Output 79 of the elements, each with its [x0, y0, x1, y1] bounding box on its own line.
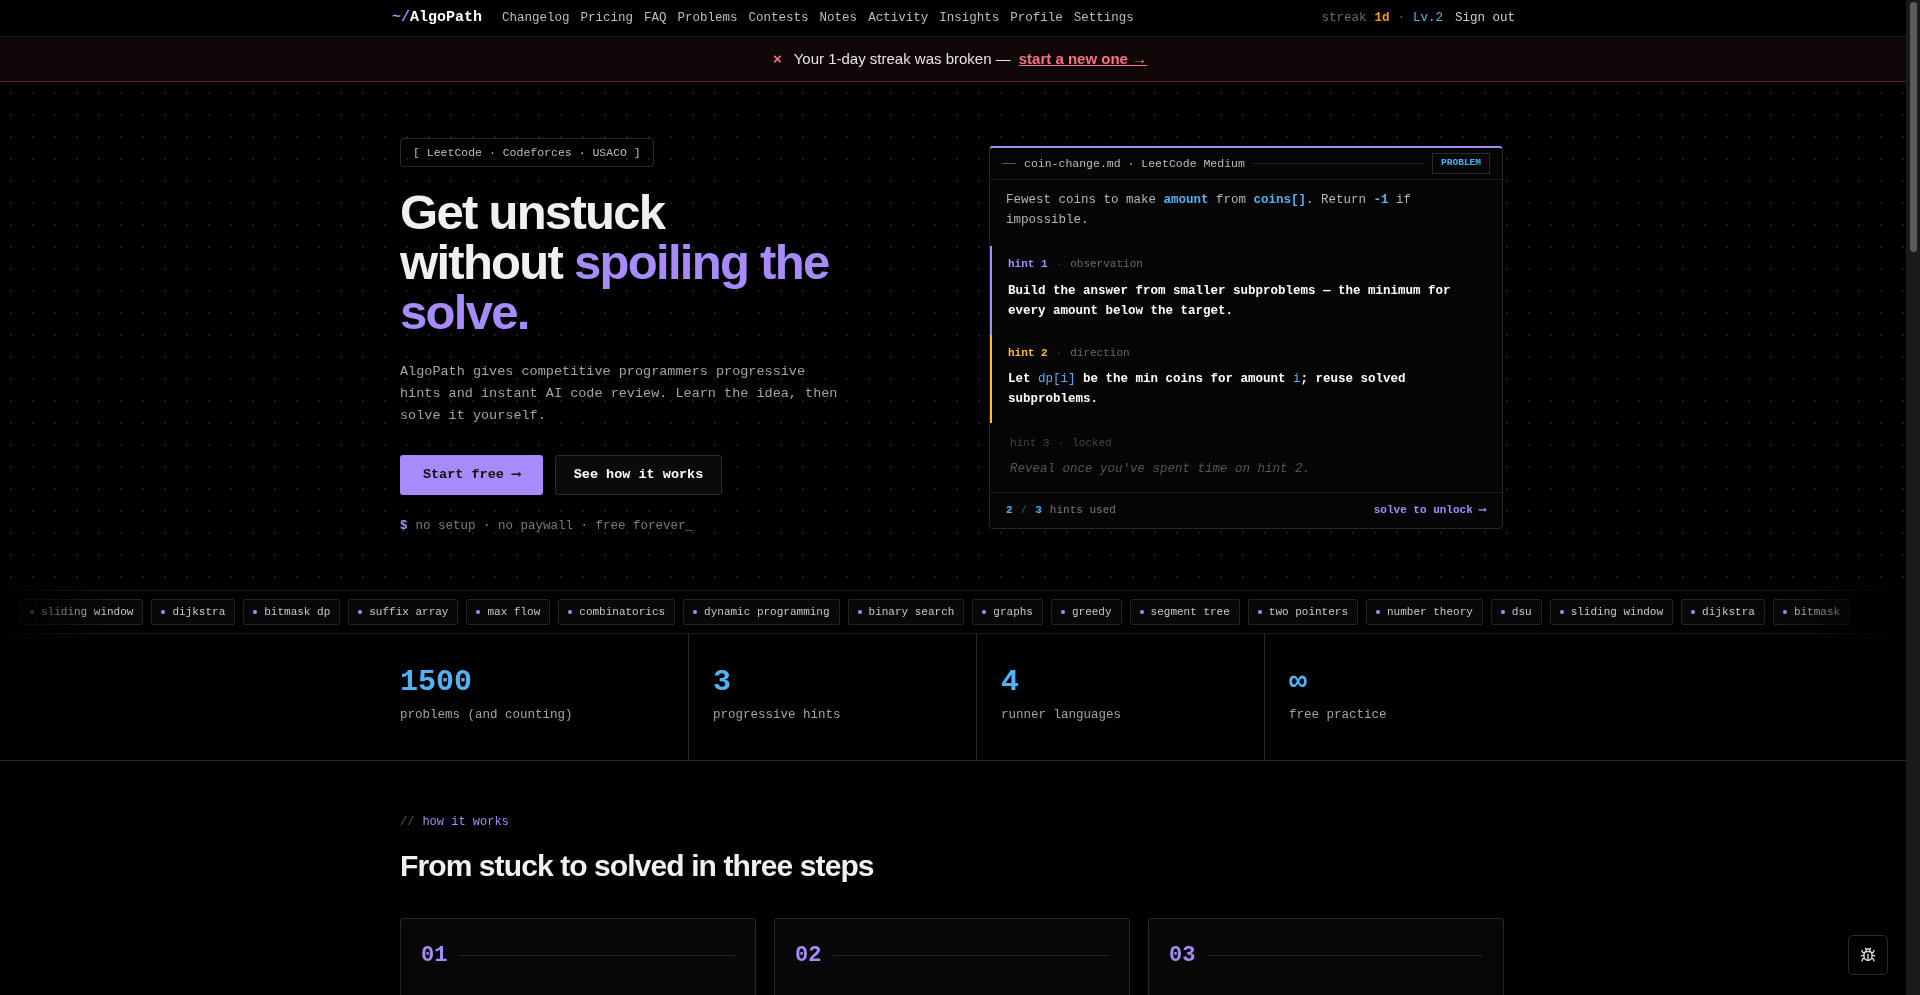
hint-tag: direction: [1070, 344, 1130, 361]
step-number: 03: [1169, 942, 1196, 970]
topic-chip[interactable]: binary search: [847, 599, 965, 625]
hint-text: Build the answer from smaller subproblems — the minimum for every amount below the target.: [1008, 282, 1452, 320]
streak-label: streak: [1321, 9, 1367, 27]
bug-icon: [1860, 947, 1876, 963]
topic-chip[interactable]: two pointers: [1247, 599, 1358, 625]
banner-message: Your 1-day streak was broken —: [793, 48, 1011, 69]
topic-chip[interactable]: combinatorics: [558, 599, 676, 625]
hint-title: hint 2: [1008, 345, 1048, 361]
nav-link[interactable]: Contests: [748, 8, 809, 28]
unlock-link[interactable]: solve to unlock ⟶: [1373, 502, 1486, 519]
topic-chip[interactable]: sliding window: [1549, 599, 1674, 625]
hints-used-label: hints used: [1049, 503, 1116, 519]
nav-link[interactable]: Problems: [677, 8, 738, 28]
topic-chip[interactable]: graphs: [972, 599, 1043, 625]
topic-chip[interactable]: sliding window: [20, 599, 144, 625]
prompt-sign: $: [400, 518, 408, 536]
hints-used-count: 2: [1006, 503, 1013, 519]
topic-chip[interactable]: number theory: [1366, 599, 1483, 625]
bug-report-button[interactable]: [1848, 935, 1888, 975]
nav-link[interactable]: Settings: [1073, 8, 1134, 28]
new-streak-link[interactable]: start a new one →: [1018, 47, 1148, 71]
stat-value: ∞: [1289, 664, 1308, 700]
nav-link[interactable]: Activity: [868, 8, 929, 28]
hint-title: hint 1: [1008, 257, 1048, 272]
step-number: 02: [795, 942, 822, 970]
hint-title: hint 3: [1010, 436, 1050, 451]
stat-value: 4: [1001, 664, 1020, 700]
problem-badge: PROBLEM: [1432, 153, 1490, 174]
stat-value: 1500: [400, 664, 473, 700]
topic-chip[interactable]: suffix array: [348, 599, 459, 625]
hero-description: AlgoPath gives competitive programmers progressive hints and instant AI code review. Learn the idea, then solve it yourself.: [400, 363, 839, 426]
slash: /: [1020, 503, 1028, 519]
hero-heading: Get unstuck without spoiling the solve.: [400, 187, 829, 338]
locked-hint-text: Reveal once you've spent time on hint 2.: [1010, 460, 1312, 478]
kicker-prefix: //: [400, 814, 415, 831]
sources-tag: [ LeetCode · Codeforces · USACO ]: [400, 138, 654, 168]
nav-link[interactable]: Insights: [939, 8, 1000, 28]
hint-text: Let dp[i] be the min coins for amount i; reuse solved subproblems.: [1008, 371, 1407, 408]
topic-chip[interactable]: bitmask: [1772, 599, 1851, 625]
section-kicker: how it works: [422, 814, 509, 831]
topic-chip[interactable]: dsu: [1490, 599, 1542, 625]
problem-statement: Fewest coins to make amount from coins[]. Return -1 if impossible.: [1005, 192, 1413, 229]
topic-chip[interactable]: bitmask dp: [243, 599, 341, 625]
stat-label: runner languages: [1001, 707, 1123, 724]
close-icon: ×: [772, 47, 782, 71]
topic-chip[interactable]: greedy: [1050, 599, 1122, 625]
file-title: coin-change.md · LeetCode Medium: [1024, 155, 1245, 172]
separator: ·: [1055, 257, 1063, 272]
hero-footnote: no setup · no paywall · free forever_: [415, 518, 694, 536]
separator: ·: [1057, 436, 1065, 451]
topic-chip[interactable]: dijkstra: [1681, 599, 1765, 625]
stat-label: problems (and counting): [400, 707, 574, 724]
nav-link[interactable]: Changelog: [502, 8, 570, 28]
step-number: 01: [421, 942, 448, 970]
hint-tag: observation: [1070, 256, 1143, 273]
streak-value: 1d: [1374, 9, 1390, 27]
stat-label: free practice: [1289, 707, 1388, 724]
nav-link[interactable]: Pricing: [580, 8, 634, 28]
separator: ·: [1055, 345, 1063, 361]
nav-link[interactable]: FAQ: [644, 8, 667, 28]
nav-link[interactable]: Profile: [1010, 8, 1063, 28]
start-free-button[interactable]: Start free ⟶: [400, 455, 543, 496]
topic-chip[interactable]: dijkstra: [151, 599, 236, 625]
topic-chip[interactable]: dynamic programming: [683, 599, 840, 625]
logo[interactable]: ~/AlgoPath: [392, 6, 483, 30]
stat-label: progressive hints: [713, 707, 842, 724]
hints-total-count: 3: [1035, 503, 1042, 519]
topic-chip[interactable]: segment tree: [1129, 599, 1240, 625]
hint-tag: locked: [1072, 435, 1112, 452]
sign-out-link[interactable]: Sign out: [1455, 8, 1515, 28]
topic-chip[interactable]: max flow: [466, 599, 551, 625]
stat-value: 3: [713, 664, 732, 700]
section-heading: From stuck to solved in three steps: [400, 848, 875, 884]
separator: ·: [1397, 9, 1405, 27]
how-it-works-button[interactable]: See how it works: [555, 455, 722, 496]
level-label: Lv.2: [1412, 9, 1443, 27]
nav-link[interactable]: Notes: [819, 8, 858, 28]
